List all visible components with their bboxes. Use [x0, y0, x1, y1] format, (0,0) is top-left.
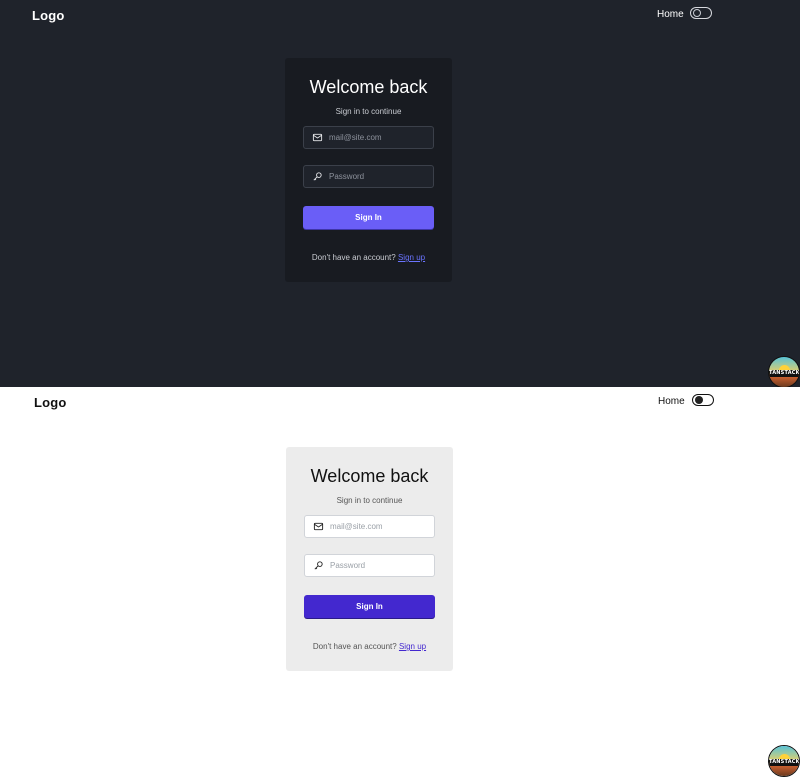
dark-theme-view: Logo Home Welcome back Sign in to contin…	[0, 0, 800, 388]
card-title: Welcome back	[309, 77, 428, 97]
signup-prompt-text: Don't have an account?	[312, 642, 397, 651]
theme-toggle[interactable]	[692, 394, 714, 406]
mail-icon	[312, 133, 323, 142]
password-input[interactable]	[330, 561, 430, 570]
card-subtitle: Sign in to continue	[335, 107, 402, 116]
email-input[interactable]	[330, 522, 430, 531]
signup-prompt-text: Don't have an account?	[311, 253, 396, 262]
sign-up-link[interactable]: Sign up	[399, 642, 426, 651]
tanstack-devtools-button[interactable]: TANSTACK	[768, 745, 800, 777]
key-icon	[313, 172, 322, 181]
toggle-knob	[693, 9, 701, 17]
email-field[interactable]	[303, 126, 434, 149]
card-subtitle: Sign in to continue	[336, 496, 403, 505]
logo[interactable]: Logo	[32, 8, 65, 23]
sign-up-link[interactable]: Sign up	[398, 253, 425, 262]
login-card: Welcome back Sign in to continue Sign In…	[286, 447, 453, 671]
devtools-logo-text: TANSTACK	[769, 370, 800, 377]
key-icon	[314, 561, 323, 570]
card-title: Welcome back	[310, 466, 429, 486]
navbar: Logo Home	[0, 387, 800, 417]
sign-in-button[interactable]: Sign In	[303, 206, 434, 229]
theme-toggle[interactable]	[690, 7, 712, 19]
nav-home-link[interactable]: Home	[658, 396, 685, 407]
tanstack-devtools-button[interactable]: TANSTACK	[768, 356, 800, 388]
sign-in-button[interactable]: Sign In	[304, 595, 435, 618]
signup-prompt: Don't have an account? Sign up	[285, 253, 452, 262]
devtools-logo-text: TANSTACK	[769, 759, 800, 766]
password-input[interactable]	[329, 172, 429, 181]
mail-icon	[313, 522, 324, 531]
navbar: Logo Home	[0, 0, 800, 30]
nav-home-link[interactable]: Home	[657, 9, 684, 20]
logo[interactable]: Logo	[34, 395, 67, 410]
password-field[interactable]	[304, 554, 435, 577]
toggle-knob	[695, 396, 703, 404]
email-input[interactable]	[329, 133, 429, 142]
signup-prompt: Don't have an account? Sign up	[286, 642, 453, 651]
login-card: Welcome back Sign in to continue Sign In…	[285, 58, 452, 282]
light-theme-view: Logo Home Welcome back Sign in to contin…	[0, 387, 800, 781]
password-field[interactable]	[303, 165, 434, 188]
email-field[interactable]	[304, 515, 435, 538]
